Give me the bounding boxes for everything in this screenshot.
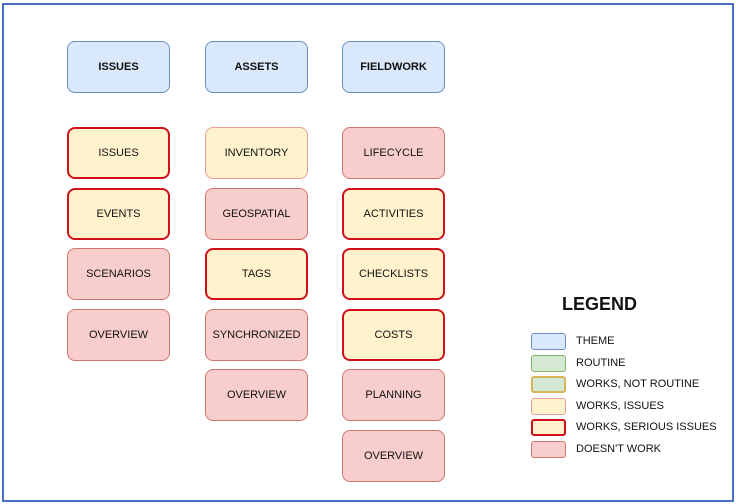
node-assets-inventory: INVENTORY — [205, 127, 308, 179]
legend-swatch-works-serious — [531, 419, 566, 436]
legend-label-works-issues: WORKS, ISSUES — [576, 400, 665, 412]
node-assets-tags: TAGS — [205, 248, 308, 300]
node-fieldwork-activities: ACTIVITIES — [342, 188, 445, 240]
legend-label-works-not-routine: WORKS, NOT ROUTINE — [576, 378, 700, 390]
theme-assets: ASSETS — [205, 41, 308, 93]
node-assets-synchronized: SYNCHRONIZED — [205, 309, 308, 361]
theme-fieldwork: FIELDWORK — [342, 41, 445, 93]
node-issues-events: EVENTS — [67, 188, 170, 240]
legend-title: LEGEND — [562, 294, 638, 314]
legend-swatch-doesnt-work — [531, 441, 566, 458]
node-assets-geospatial: GEOSPATIAL — [205, 188, 308, 240]
node-fieldwork-planning: PLANNING — [342, 369, 445, 421]
node-assets-overview: OVERVIEW — [205, 369, 308, 421]
legend-label-works-serious: WORKS, SERIOUS ISSUES — [576, 421, 717, 433]
node-issues-issues: ISSUES — [67, 127, 170, 179]
legend-swatch-routine — [531, 355, 566, 372]
node-fieldwork-lifecycle: LIFECYCLE — [342, 127, 445, 179]
node-fieldwork-overview: OVERVIEW — [342, 430, 445, 482]
legend-swatch-works-issues — [531, 398, 566, 415]
legend-swatch-works-not-routine — [531, 376, 566, 393]
legend-label-theme: THEME — [576, 335, 615, 347]
node-fieldwork-costs: COSTS — [342, 309, 445, 361]
node-issues-scenarios: SCENARIOS — [67, 248, 170, 300]
legend-label-doesnt-work: DOESN'T WORK — [576, 443, 662, 455]
theme-issues: ISSUES — [67, 41, 170, 93]
node-issues-overview: OVERVIEW — [67, 309, 170, 361]
node-fieldwork-checklists: CHECKLISTS — [342, 248, 445, 300]
legend-swatch-theme — [531, 333, 566, 350]
legend-label-routine: ROUTINE — [576, 357, 626, 369]
